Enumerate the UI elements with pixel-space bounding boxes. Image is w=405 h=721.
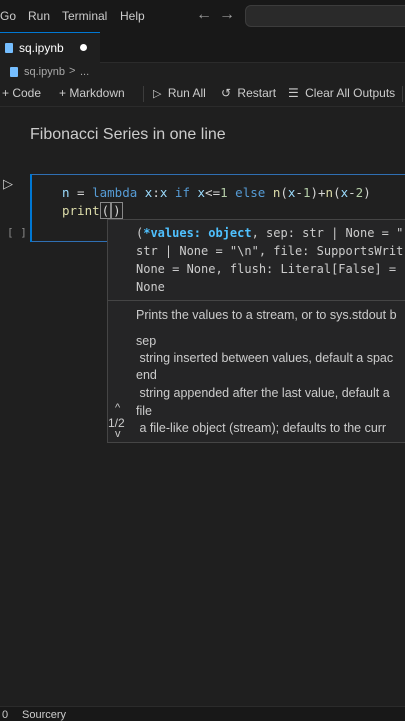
token: : (152, 185, 160, 200)
run-all-button[interactable]: ▷ Run All (153, 86, 206, 100)
token: 1 (220, 185, 228, 200)
status-bar: 0 Sourcery (0, 706, 405, 721)
notebook-file-icon (5, 43, 13, 53)
doc-param-name: end (136, 368, 157, 382)
signature-line: str | None = "\n", file: SupportsWrit (136, 244, 404, 258)
chevron-down-icon[interactable]: v (115, 428, 121, 440)
chevron-up-icon[interactable]: ^ (115, 402, 120, 414)
token: n (62, 185, 70, 200)
token: ( (333, 185, 341, 200)
signature-help-popup[interactable]: (*values: object, sep: str | None = " st… (107, 219, 405, 443)
menu-go[interactable]: Go (0, 9, 16, 23)
token: print (62, 203, 100, 218)
command-center-search[interactable] (245, 5, 405, 27)
code-line-1: n = lambda x:x if x<=1 else n(x-1)+n(x-2… (62, 185, 371, 200)
token: - (295, 185, 303, 200)
breadcrumb-file[interactable]: sq.ipynb (24, 66, 65, 78)
popup-divider (108, 300, 405, 301)
run-all-icon: ▷ (153, 88, 162, 100)
menu-terminal[interactable]: Terminal (62, 9, 107, 23)
unsaved-dot-icon[interactable] (80, 44, 87, 51)
restart-icon: ↺ (221, 86, 232, 100)
token: x (197, 185, 206, 200)
token: ) (310, 185, 318, 200)
token: , sep: str | None = " (251, 226, 404, 240)
status-problems-count[interactable]: 0 (2, 709, 8, 721)
token: x (340, 185, 349, 200)
add-markdown-cell-button[interactable]: + Markdown (59, 86, 125, 100)
execution-count: [ ] (7, 226, 27, 239)
breadcrumb-separator: > (69, 65, 76, 77)
token: if (174, 185, 190, 200)
signature-line: (*values: object, sep: str | None = " (136, 226, 403, 240)
token: n (325, 185, 334, 200)
signature-line: None (136, 280, 165, 294)
token: + (318, 185, 326, 200)
doc-param-name: sep (136, 334, 157, 348)
restart-button[interactable]: ↺ Restart (221, 86, 276, 100)
notebook-file-icon (10, 67, 18, 77)
tab-sq-ipynb[interactable]: sq.ipynb (0, 32, 100, 63)
token: lambda (92, 185, 138, 200)
toolbar-divider (402, 86, 403, 102)
token: = (69, 185, 93, 200)
restart-label: Restart (237, 86, 277, 100)
clear-all-outputs-button[interactable]: ☰ Clear All Outputs (288, 86, 395, 100)
doc-param-desc: string inserted between values, default … (136, 351, 394, 365)
tab-label: sq.ipynb (19, 41, 64, 55)
menu-help[interactable]: Help (120, 9, 145, 23)
doc-param-desc: string appended after the last value, de… (136, 386, 390, 400)
token: ( (280, 185, 288, 200)
code-line-2: print() (62, 202, 123, 219)
doc-param-name: file (136, 404, 152, 418)
forward-arrow-icon[interactable]: → (219, 6, 235, 24)
status-sourcery[interactable]: Sourcery (22, 709, 66, 721)
menu-run[interactable]: Run (28, 9, 50, 23)
token: else (235, 185, 266, 200)
token: <= (205, 185, 221, 200)
doc-param-desc: a file-like object (stream); defaults to… (136, 421, 387, 435)
run-all-label: Run All (167, 86, 206, 100)
token: ) (363, 185, 371, 200)
token: - (348, 185, 356, 200)
add-code-cell-button[interactable]: + Code (2, 86, 41, 100)
breadcrumb: sq.ipynb > ... (0, 62, 405, 82)
active-parameter: *values: object (143, 226, 252, 240)
token: ( (99, 202, 112, 219)
breadcrumb-more[interactable]: ... (80, 66, 89, 78)
signature-line: None = None, flush: Literal[False] = (136, 262, 397, 276)
clear-all-label: Clear All Outputs (305, 86, 396, 100)
tab-bar: sq.ipynb (0, 32, 405, 63)
cell-focus-bar (30, 174, 32, 242)
notebook-toolbar: + Code + Markdown ▷ Run All ↺ Restart ☰ … (0, 82, 405, 107)
token: ) (111, 202, 123, 219)
markdown-heading[interactable]: Fibonacci Series in one line (30, 126, 226, 144)
toolbar-divider (143, 86, 144, 102)
run-cell-icon[interactable]: ▷ (3, 176, 13, 192)
doc-summary: Prints the values to a stream, or to sys… (136, 308, 397, 322)
clear-all-icon: ☰ (288, 86, 299, 100)
menu-bar: Go Run Terminal Help ← → (0, 0, 405, 32)
back-arrow-icon[interactable]: ← (196, 6, 212, 24)
